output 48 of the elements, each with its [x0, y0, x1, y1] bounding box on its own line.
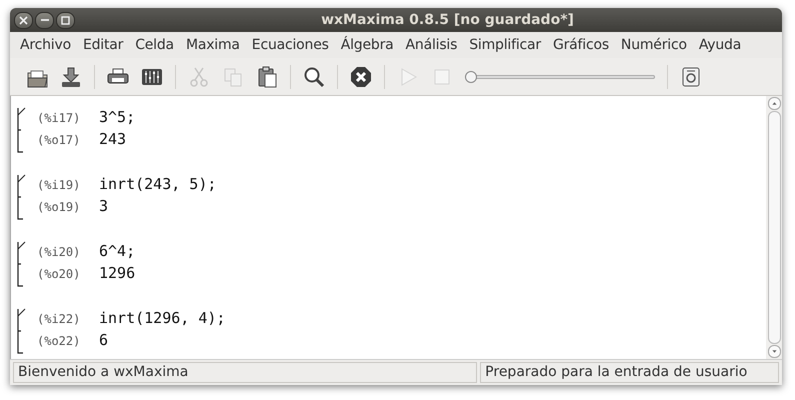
input-label: (%i19) [37, 177, 82, 194]
close-icon [19, 16, 28, 24]
menu-item[interactable]: Ayuda [692, 34, 748, 56]
menu-item[interactable]: Archivo [14, 34, 77, 56]
input-code: 6^4; [99, 241, 136, 262]
scroll-thumb[interactable] [768, 111, 780, 344]
cell-bracket[interactable] [17, 241, 27, 287]
menu-item[interactable]: Análisis [400, 34, 464, 56]
status-text: Preparado para la entrada de usuario [480, 362, 779, 383]
input-code: 3^5; [99, 107, 136, 128]
scroll-up-button[interactable] [768, 97, 780, 110]
menu-item[interactable]: Simplificar [463, 34, 547, 56]
input-code: inrt(243, 5); [99, 174, 216, 195]
input-label: (%i17) [37, 110, 82, 127]
input-code: inrt(1296, 4); [99, 308, 226, 329]
stop-icon [349, 64, 373, 88]
slider-thumb[interactable] [465, 70, 477, 82]
input-label: (%i20) [37, 244, 82, 261]
menu-item[interactable]: Maxima [180, 34, 246, 56]
menu-item[interactable]: Álgebra [334, 34, 400, 56]
output-label: (%o22) [37, 333, 82, 350]
output-label: (%o20) [37, 266, 82, 283]
window-title: wxMaxima 0.8.5 [no guardado*] [320, 10, 575, 30]
output-value: 6 [99, 330, 108, 351]
minimize-icon [40, 19, 48, 21]
output-value: 3 [99, 196, 108, 217]
cell-bracket[interactable] [17, 107, 27, 153]
cell-bracket[interactable] [17, 174, 27, 220]
output-label: (%o17) [37, 132, 82, 149]
output-label: (%o19) [37, 199, 82, 216]
close-button[interactable] [14, 12, 33, 28]
maximize-button[interactable] [56, 12, 75, 28]
minimize-button[interactable] [35, 12, 54, 28]
maximize-icon [61, 16, 70, 24]
menu-item[interactable]: Celda [129, 34, 180, 56]
output-value: 243 [99, 129, 126, 150]
download-icon [59, 64, 83, 88]
input-label: (%i22) [37, 311, 82, 328]
menu-item[interactable]: Ecuaciones [246, 34, 335, 56]
output-value: 1296 [99, 263, 136, 284]
cell-bracket[interactable] [17, 308, 27, 354]
scrollbar[interactable] [766, 96, 782, 359]
menu-item[interactable]: Numérico [614, 34, 693, 56]
search-icon [302, 64, 326, 88]
status-text: Bienvenido a wxMaxima [13, 362, 478, 383]
scroll-down-button[interactable] [768, 345, 780, 358]
menu-item[interactable]: Editar [76, 34, 130, 56]
menu-item[interactable]: Gráficos [546, 34, 615, 56]
